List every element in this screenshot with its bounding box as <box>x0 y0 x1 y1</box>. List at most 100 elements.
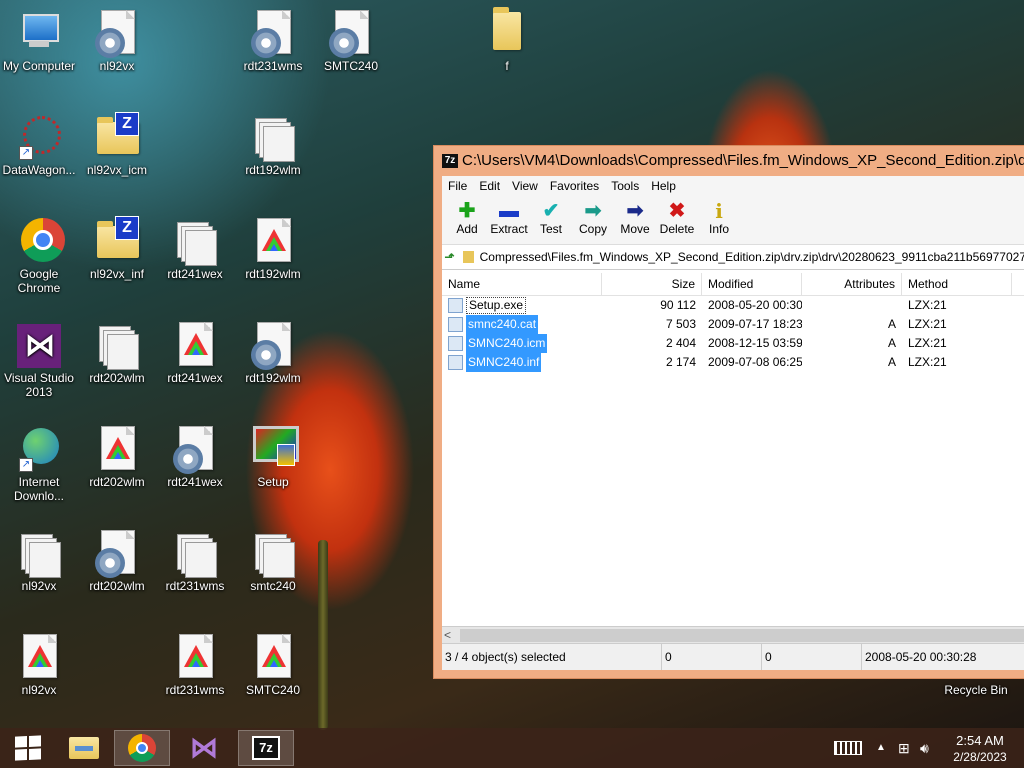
column-header-attributes[interactable]: Attributes <box>802 273 902 295</box>
status-size: 0 <box>662 644 762 670</box>
file-method: LZX:21 <box>908 355 947 369</box>
desktop-icon-rdt202wlm-3[interactable]: rdt202wlm <box>78 528 156 593</box>
show-hidden-icons-icon[interactable]: ▲ <box>876 728 886 768</box>
taskbar-clock[interactable]: 2:54 AM 2/28/2023 <box>940 733 1020 765</box>
7zip-window[interactable]: 7z C:\Users\VM4\Downloads\Compressed\File… <box>433 145 1024 679</box>
move-label: Move <box>620 222 650 236</box>
desktop-icon-label: nl92vx_inf <box>89 267 145 281</box>
desktop-icon-rdt192wlm-3[interactable]: rdt192wlm <box>234 320 312 385</box>
desktop-icon-rdt202wlm-2[interactable]: rdt202wlm <box>78 424 156 489</box>
desktop-icon-label: rdt192wlm <box>245 163 301 177</box>
scroll-thumb[interactable] <box>460 629 1024 642</box>
menu-edit[interactable]: Edit <box>473 179 506 193</box>
file-row[interactable]: SMNC240.icm 2 404 2008-12-15 03:59 A LZX… <box>442 334 1024 353</box>
desktop-icon-rdt231wms-2[interactable]: rdt231wms <box>156 528 234 593</box>
window-titlebar[interactable]: 7z C:\Users\VM4\Downloads\Compressed\File… <box>434 146 1024 176</box>
desktop-icon-my-computer[interactable]: My Computer <box>0 8 78 73</box>
extract-button[interactable]: ▬ Extract <box>488 196 530 236</box>
desktop-icon-label: rdt202wlm <box>89 371 145 385</box>
desktop-icon-label: SMTC240 <box>245 683 301 697</box>
check-icon: ✔ <box>542 200 560 222</box>
start-button[interactable] <box>0 730 56 766</box>
test-button[interactable]: ✔ Test <box>530 196 572 236</box>
desktop-icon-nl92vx-2[interactable]: nl92vx <box>0 528 78 593</box>
file-row[interactable]: smnc240.cat 7 503 2009-07-17 18:23 A LZX… <box>442 315 1024 334</box>
file-name: SMNC240.inf <box>466 353 542 372</box>
desktop-icon-smtc240-1[interactable]: SMTC240 <box>312 8 390 73</box>
network-icon[interactable]: ⊞ <box>898 728 910 768</box>
taskbar-chrome[interactable] <box>114 730 170 766</box>
taskbar-file-explorer[interactable] <box>56 730 112 766</box>
desktop-icon-internet-download[interactable]: ↗ Internet Downlo... <box>0 424 78 503</box>
desktop-icon-label: rdt231wms <box>165 579 225 593</box>
plus-icon: ✚ <box>458 200 476 222</box>
taskbar-visual-studio[interactable]: ⋈ <box>176 730 232 766</box>
multi-document-icon <box>93 320 141 370</box>
desktop-icon-label: rdt192wlm <box>245 267 301 281</box>
desktop-icon-rdt241wex-2[interactable]: rdt241wex <box>156 320 234 385</box>
desktop-icon-smtc240-2[interactable]: smtc240 <box>234 528 312 593</box>
column-header-name[interactable]: Name <box>442 273 602 295</box>
copy-button[interactable]: ➡ Copy <box>572 196 614 236</box>
taskbar-7zip[interactable]: 7z <box>238 730 294 766</box>
settings-file-icon <box>93 8 141 58</box>
desktop-icon-rdt192wlm-1[interactable]: rdt192wlm <box>234 112 312 177</box>
menu-file[interactable]: File <box>442 179 473 193</box>
desktop-icon-setup[interactable]: Setup <box>234 424 312 489</box>
desktop-icon-label: rdt231wms <box>165 683 225 697</box>
desktop-icon-google-chrome[interactable]: Google Chrome <box>0 216 78 295</box>
menu-view[interactable]: View <box>506 179 544 193</box>
desktop-icon-visual-studio[interactable]: ⋈ Visual Studio 2013 <box>0 320 78 399</box>
status-selection: 3 / 4 object(s) selected <box>442 644 662 670</box>
desktop-icon-datawagon[interactable]: ↗ DataWagon... <box>0 112 78 177</box>
desktop-icon-rdt241wex-1[interactable]: rdt241wex <box>156 216 234 281</box>
exe-file-icon <box>448 298 463 313</box>
add-button[interactable]: ✚ Add <box>446 196 488 236</box>
keyboard-icon[interactable] <box>834 728 862 768</box>
menu-tools[interactable]: Tools <box>605 179 645 193</box>
desktop-icon-rdt202wlm-1[interactable]: rdt202wlm <box>78 320 156 385</box>
desktop-icon-smtc240-3[interactable]: SMTC240 <box>234 632 312 697</box>
file-row[interactable]: Setup.exe 90 112 2008-05-20 00:30 LZX:21 <box>442 296 1024 315</box>
desktop-icon-nl92vx-1[interactable]: nl92vx <box>78 8 156 73</box>
toolbar: ✚ Add ▬ Extract ✔ Test ➡ Copy ➡ Move ✖ Delete … <box>442 196 1024 245</box>
setup-installer-icon <box>249 424 299 472</box>
scroll-left-icon[interactable]: < <box>444 627 451 644</box>
desktop-icon-rdt192wlm-2[interactable]: rdt192wlm <box>234 216 312 281</box>
column-header-method[interactable]: Method <box>902 273 1012 295</box>
move-button[interactable]: ➡ Move <box>614 196 656 236</box>
file-attributes: A <box>887 336 896 350</box>
desktop-icon-rdt231wms-1[interactable]: rdt231wms <box>234 8 312 73</box>
desktop-icon-label: Recycle Bin <box>944 683 1008 697</box>
file-attributes: A <box>887 355 896 369</box>
multi-document-icon <box>171 528 219 578</box>
desktop-icon-label: rdt202wlm <box>89 475 145 489</box>
desktop-icon-label: My Computer <box>2 59 76 73</box>
column-header-size[interactable]: Size <box>602 273 702 295</box>
desktop-icon-rdt231wms-3[interactable]: rdt231wms <box>156 632 234 697</box>
desktop-icon-recycle-bin[interactable]: Recycle Bin <box>936 683 1016 697</box>
desktop-icon-nl92vx-3[interactable]: nl92vx <box>0 632 78 697</box>
address-bar[interactable]: ⬏ Compressed\Files.fm_Windows_XP_Second_… <box>442 245 1024 270</box>
file-modified: 2009-07-08 06:25 <box>708 355 802 369</box>
column-header-modified[interactable]: Modified <box>702 273 802 295</box>
color-profile-icon <box>171 632 219 680</box>
file-attributes <box>802 296 902 315</box>
info-button[interactable]: i Info <box>698 196 740 236</box>
settings-file-icon <box>327 8 375 58</box>
desktop-icon-folder-f[interactable]: f <box>468 7 546 73</box>
multi-document-icon <box>249 528 297 578</box>
folder-icon <box>483 7 531 56</box>
delete-button[interactable]: ✖ Delete <box>656 196 698 236</box>
menu-favorites[interactable]: Favorites <box>544 179 605 193</box>
volume-icon[interactable]: 🔊︎ <box>920 728 929 768</box>
folder-up-icon[interactable]: ⬏ <box>442 250 457 264</box>
delete-x-icon: ✖ <box>668 200 686 222</box>
desktop-icon-nl92vx-inf[interactable]: Z nl92vx_inf <box>78 216 156 281</box>
desktop-icon-nl92vx-icm[interactable]: Z nl92vx_icm <box>78 112 156 177</box>
horizontal-scrollbar[interactable]: < <box>442 626 1024 644</box>
file-row[interactable]: SMNC240.inf 2 174 2009-07-08 06:25 A LZX… <box>442 353 1024 372</box>
desktop-icon-label: DataWagon... <box>2 163 76 177</box>
desktop-icon-rdt241wex-3[interactable]: rdt241wex <box>156 424 234 489</box>
menu-help[interactable]: Help <box>645 179 682 193</box>
